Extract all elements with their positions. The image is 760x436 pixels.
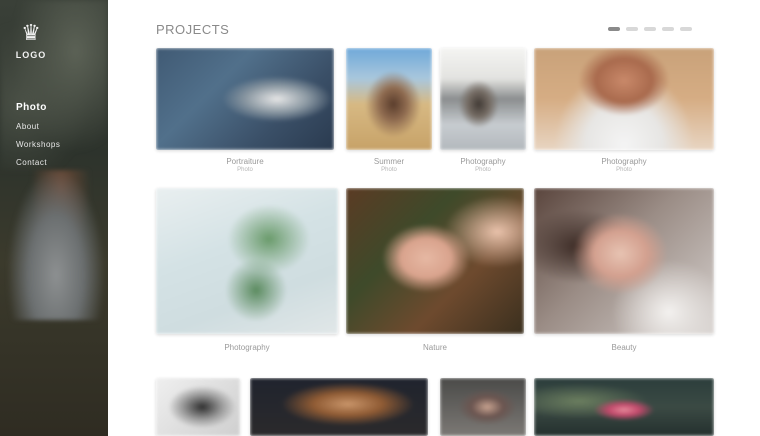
pager-dot[interactable] — [680, 27, 692, 31]
portrait-photo-icon — [156, 188, 338, 334]
pager-dot[interactable] — [644, 27, 656, 31]
nav-item-workshops[interactable]: Workshops — [16, 140, 60, 149]
portrait-photo-icon — [250, 378, 428, 436]
photo-caption: Portraiture Photo — [226, 157, 264, 173]
portrait-photo-icon — [534, 378, 714, 436]
photo-caption: Photography Photo — [601, 157, 647, 173]
sidebar-background-figure — [8, 170, 104, 320]
sidebar: ♛ LOGO Photo About Workshops Contact — [0, 0, 108, 436]
gallery-photo[interactable] — [534, 188, 714, 334]
portrait-photo-icon — [156, 378, 240, 436]
gallery-photo[interactable] — [250, 378, 428, 436]
page-title: PROJECTS — [156, 22, 230, 37]
nav-item-contact[interactable]: Contact — [16, 158, 60, 167]
portrait-photo-icon — [534, 188, 714, 334]
pager-dot[interactable] — [662, 27, 674, 31]
portrait-photo-icon — [440, 378, 526, 436]
pager-dot[interactable] — [626, 27, 638, 31]
gallery-photo[interactable] — [440, 48, 526, 150]
gallery-photo[interactable] — [346, 48, 432, 150]
photo-caption: Nature — [422, 343, 447, 352]
pager — [608, 27, 692, 31]
gallery-photo[interactable] — [156, 48, 334, 150]
gallery-photo[interactable] — [440, 378, 526, 436]
photo-caption: Photography — [224, 343, 270, 352]
logo[interactable]: ♛ LOGO — [14, 22, 48, 68]
portrait-photo-icon — [440, 48, 526, 150]
nav-item-about[interactable]: About — [16, 122, 60, 131]
nav-item-photo[interactable]: Photo — [16, 102, 60, 113]
sidebar-nav: Photo About Workshops Contact — [16, 102, 60, 176]
main-content: PROJECTS Portraiture Photo Summer Photo Ph… — [108, 0, 760, 436]
photo-caption: Beauty — [611, 343, 637, 352]
heart-crown-icon: ♛ — [21, 20, 41, 45]
photo-caption: Photography Photo — [460, 157, 506, 173]
gallery-photo[interactable] — [156, 378, 240, 436]
gallery-photo[interactable] — [346, 188, 524, 334]
pager-dot[interactable] — [608, 27, 620, 31]
portrait-photo-icon — [534, 48, 714, 150]
gallery-photo[interactable] — [534, 378, 714, 436]
portrait-photo-icon — [346, 48, 432, 150]
gallery-photo[interactable] — [156, 188, 338, 334]
portrait-photo-icon — [346, 188, 524, 334]
logo-wordmark: LOGO — [15, 50, 47, 60]
portrait-photo-icon — [156, 48, 334, 150]
photo-caption: Summer Photo — [373, 157, 405, 173]
gallery-photo[interactable] — [534, 48, 714, 150]
